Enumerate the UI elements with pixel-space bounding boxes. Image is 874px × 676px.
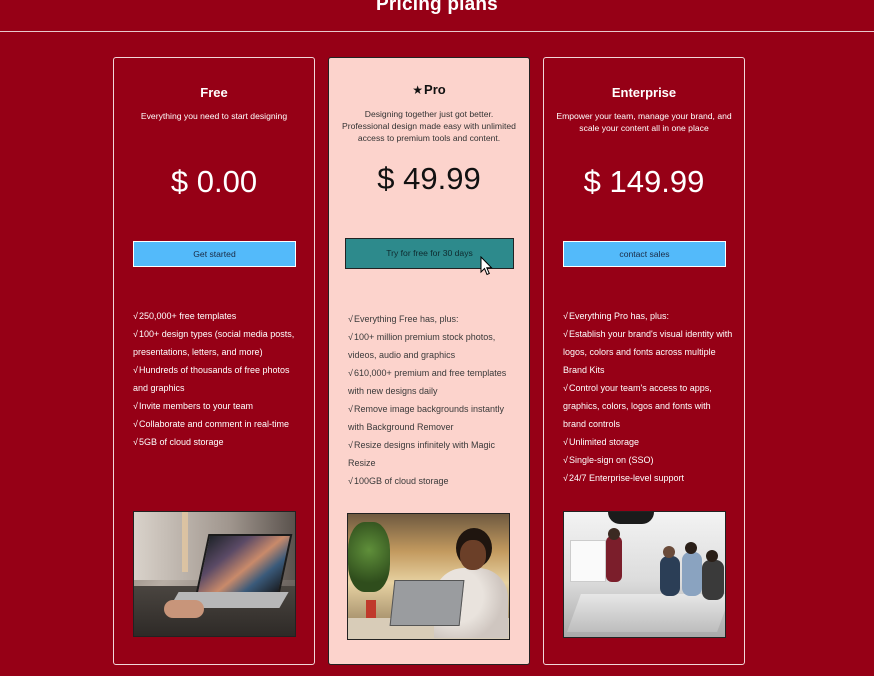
plan-description-free: Everything you need to start designing — [140, 111, 288, 121]
feature-item: √Collaborate and comment in real-time — [133, 419, 290, 429]
pricing-page: Pricing plans Free Everything you need t… — [0, 0, 874, 676]
plan-name-pro: ★Pro — [412, 82, 446, 97]
check-icon: √ — [348, 476, 353, 486]
feature-item: √Unlimited storage — [563, 437, 639, 447]
plan-description-pro: Designing together just got better. Prof… — [342, 109, 516, 143]
check-icon: √ — [348, 440, 353, 450]
check-icon: √ — [133, 311, 138, 321]
check-icon: √ — [133, 419, 138, 429]
plan-name-free: Free — [200, 85, 228, 100]
feature-item: √Establish your brand's visual identity … — [563, 329, 733, 375]
plan-image-laptop — [133, 511, 296, 637]
feature-item: √100GB of cloud storage — [348, 476, 449, 486]
feature-item: √250,000+ free templates — [133, 311, 237, 321]
check-icon: √ — [563, 473, 568, 483]
title-divider — [0, 31, 874, 32]
feature-item: √Single-sign on (SSO) — [563, 455, 654, 465]
check-icon: √ — [348, 314, 353, 324]
feature-item: √5GB of cloud storage — [133, 437, 224, 447]
feature-list-free: √250,000+ free templates √100+ design ty… — [133, 307, 306, 451]
feature-item: √Invite members to your team — [133, 401, 253, 411]
check-icon: √ — [563, 383, 568, 393]
check-icon: √ — [563, 329, 568, 339]
check-icon: √ — [563, 311, 568, 321]
plan-image-woman-laptop — [347, 513, 510, 640]
page-title: Pricing plans — [376, 0, 498, 15]
check-icon: √ — [348, 404, 353, 414]
feature-item: √Everything Free has, plus: — [348, 314, 459, 324]
feature-item: √100+ design types (social media posts, … — [133, 329, 295, 357]
plan-price-free: $ 0.00 — [170, 164, 258, 199]
feature-item: √Resize designs infinitely with Magic Re… — [348, 440, 496, 468]
feature-list-pro: √Everything Free has, plus: √100+ millio… — [348, 310, 521, 490]
plan-price-enterprise: $ 149.99 — [583, 164, 705, 199]
plan-image-meeting — [563, 511, 726, 638]
feature-item: √Control your team's access to apps, gra… — [563, 383, 712, 429]
plan-description-enterprise: Empower your team, manage your brand, an… — [556, 111, 732, 133]
check-icon: √ — [133, 437, 138, 447]
plan-card-free: Free Everything you need to start design… — [113, 57, 315, 665]
check-icon: √ — [563, 455, 568, 465]
check-icon: √ — [563, 437, 568, 447]
get-started-button[interactable]: Get started — [133, 241, 296, 267]
check-icon: √ — [348, 332, 353, 342]
feature-item: √Remove image backgrounds instantly with… — [348, 404, 505, 432]
check-icon: √ — [348, 368, 353, 378]
check-icon: √ — [133, 401, 138, 411]
feature-list-enterprise: √Everything Pro has, plus: √Establish yo… — [563, 307, 736, 487]
plan-price-pro: $ 49.99 — [377, 161, 481, 196]
feature-item: √Hundreds of thousands of free photos an… — [133, 365, 290, 393]
plan-card-enterprise: Enterprise Empower your team, manage you… — [543, 57, 745, 665]
feature-item: √100+ million premium stock photos, vide… — [348, 332, 496, 360]
check-icon: √ — [133, 329, 138, 339]
feature-item: √Everything Pro has, plus: — [563, 311, 670, 321]
feature-item: √24/7 Enterprise-level support — [563, 473, 685, 483]
feature-item: √610,000+ premium and free templates wit… — [348, 368, 507, 396]
contact-sales-button[interactable]: contact sales — [563, 241, 726, 267]
plan-name-enterprise: Enterprise — [611, 85, 677, 100]
star-icon: ★ — [412, 83, 424, 97]
mouse-cursor-icon — [480, 256, 493, 276]
plan-card-pro: ★Pro Designing together just got better.… — [328, 57, 530, 665]
check-icon: √ — [133, 365, 138, 375]
